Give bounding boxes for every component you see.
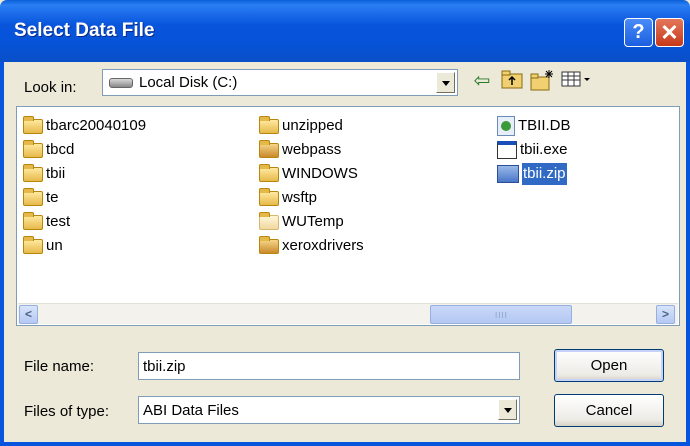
folder-icon [23,163,43,182]
file-type-label: Files of type: [24,403,110,420]
item-label: un [46,237,63,254]
view-menu-icon[interactable] [560,69,594,93]
folder-item[interactable]: webpass [259,139,341,161]
file-item[interactable]: TBII.DB [497,115,571,137]
executable-file-icon [497,141,517,159]
scroll-grip: IIII [495,311,508,320]
item-label: WUTemp [282,213,344,230]
help-button[interactable]: ? [624,18,653,47]
look-in-dropdown[interactable]: Local Disk (C:) [102,69,458,96]
folder-icon [259,235,279,254]
file-item[interactable]: tbii.exe [497,139,568,161]
file-type-value: ABI Data Files [143,402,239,419]
item-label: test [46,213,71,230]
folder-item[interactable]: WINDOWS [259,163,358,185]
database-file-icon [497,116,515,136]
folder-icon [23,115,43,134]
folder-item[interactable]: tbcd [23,139,74,161]
folder-item[interactable]: wsftp [259,187,317,209]
cancel-button[interactable]: Cancel [554,394,664,427]
open-button[interactable]: Open [554,349,664,382]
file-type-dropdown-arrow[interactable] [498,399,517,420]
window-title: Select Data File [14,20,155,41]
folder-item[interactable]: un [23,235,63,257]
item-label: tbii [46,165,66,182]
folder-item[interactable]: te [23,187,59,209]
folder-item[interactable]: unzipped [259,115,343,137]
scroll-left-button[interactable]: < [19,305,38,324]
horizontal-scrollbar[interactable]: < IIII > [18,303,678,324]
file-name-input[interactable] [138,352,520,380]
folder-item[interactable]: WUTemp [259,211,344,233]
folder-item[interactable]: tbii [23,163,65,185]
folder-icon [259,211,279,230]
folder-item[interactable]: test [23,211,70,233]
item-label: xeroxdrivers [282,237,364,254]
look-in-label: Look in: [24,79,77,96]
close-button[interactable]: ✕ [655,18,684,47]
item-label: webpass [282,141,342,158]
item-label: unzipped [282,117,343,134]
folder-icon [23,139,43,158]
file-type-dropdown[interactable]: ABI Data Files [138,396,520,424]
item-label: tbarc20040109 [46,117,147,134]
item-label: tbcd [46,141,75,158]
folder-icon [23,211,43,230]
folder-item[interactable]: tbarc20040109 [23,115,146,137]
up-folder-icon[interactable] [500,69,524,93]
folder-icon [259,115,279,134]
local-disk-icon [109,78,133,88]
folder-icon [259,139,279,158]
scroll-right-button[interactable]: > [656,305,675,324]
folder-icon [23,187,43,206]
item-label: tbii.zip [521,162,568,186]
folder-icon [259,163,279,182]
look-in-value: Local Disk (C:) [139,74,238,91]
back-arrow-icon[interactable]: ⇦ [470,69,494,93]
folder-item[interactable]: xeroxdrivers [259,235,364,257]
title-bar[interactable]: Select Data File ? ✕ [0,0,690,62]
file-name-label: File name: [24,358,95,375]
scroll-thumb[interactable]: IIII [430,305,572,324]
file-list[interactable]: tbarc20040109 tbcd tbii te test un unzipped we… [16,106,680,326]
look-in-dropdown-arrow[interactable] [436,72,455,93]
item-label: TBII.DB [518,117,571,134]
file-item[interactable]: tbii.zip [497,162,568,186]
new-folder-icon[interactable] [530,69,554,93]
item-label: te [46,189,59,206]
item-label: tbii.exe [520,141,568,158]
zip-file-icon [497,165,519,183]
item-label: wsftp [282,189,318,206]
folder-icon [23,235,43,254]
folder-icon [259,187,279,206]
item-label: WINDOWS [282,165,358,182]
